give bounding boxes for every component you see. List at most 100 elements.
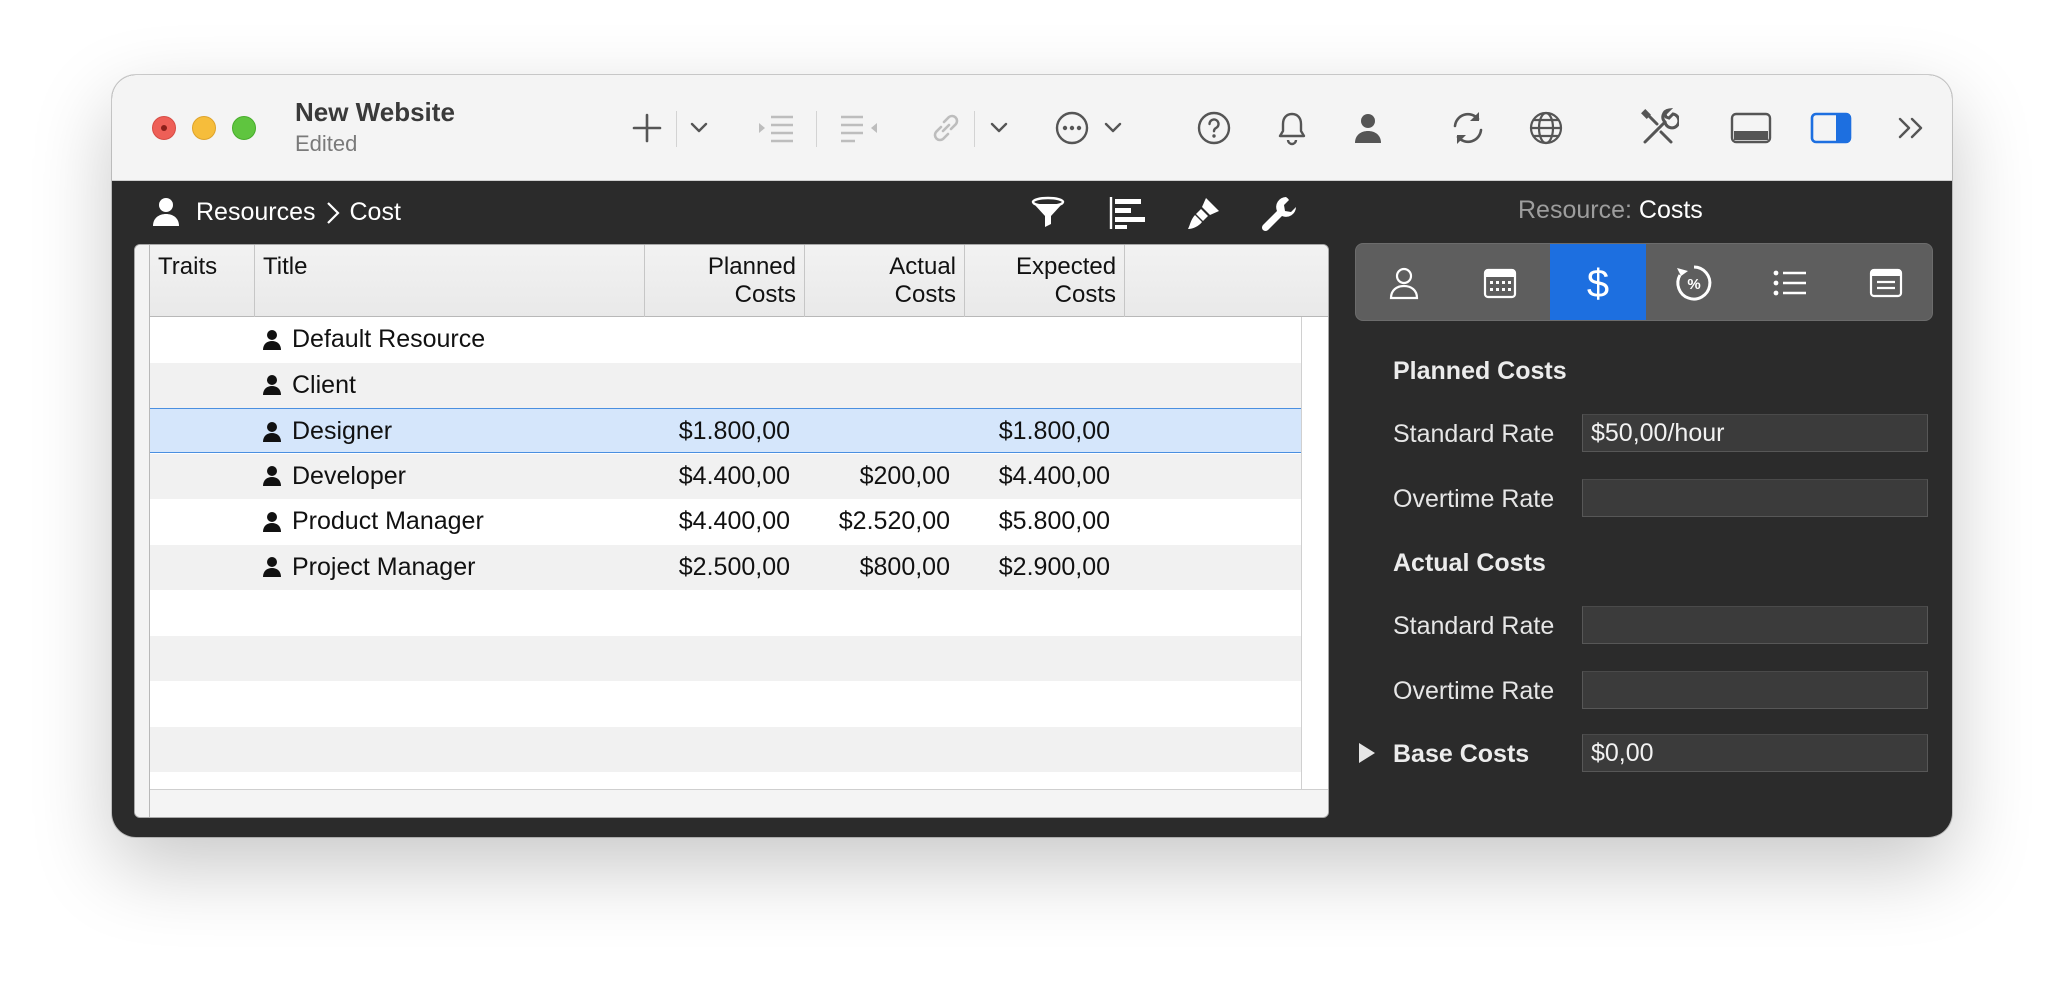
- column-header-actual-costs[interactable]: Actual Costs: [805, 245, 965, 317]
- chevron-down-icon: [1104, 122, 1122, 133]
- row-title-cell[interactable]: Designer: [262, 409, 392, 454]
- table-row[interactable]: Designer $1.800,00 $1.800,00: [150, 408, 1301, 453]
- planned-overtime-rate-field[interactable]: [1582, 479, 1928, 517]
- toolbar: New Website Edited: [112, 75, 1952, 181]
- inspector-title: Resource: Costs: [1518, 196, 1703, 224]
- notifications-button[interactable]: [1272, 103, 1312, 153]
- progress-percent-icon: %: [1676, 265, 1712, 301]
- tab-costs[interactable]: $: [1550, 244, 1646, 320]
- row-actual-costs-cell[interactable]: $2.520,00: [790, 499, 950, 544]
- help-button[interactable]: [1194, 103, 1234, 153]
- tab-assignments[interactable]: [1742, 244, 1838, 320]
- chevron-right-icon: [326, 201, 340, 224]
- toggle-inspector-button[interactable]: [1806, 103, 1856, 153]
- sync-button[interactable]: [1446, 103, 1490, 153]
- actual-overtime-rate-field[interactable]: [1582, 671, 1928, 709]
- toolbar-overflow-button[interactable]: [1894, 103, 1930, 153]
- row-planned-costs-cell[interactable]: $2.500,00: [630, 545, 790, 590]
- vertical-scrollbar[interactable]: [1301, 317, 1328, 789]
- row-planned-costs-cell[interactable]: $1.800,00: [630, 409, 790, 454]
- tab-resource-info[interactable]: [1356, 244, 1452, 320]
- row-planned-costs-cell[interactable]: [630, 363, 790, 408]
- style-button[interactable]: [1186, 195, 1222, 236]
- row-expected-costs-cell[interactable]: $2.900,00: [950, 545, 1110, 590]
- row-planned-costs-cell[interactable]: $4.400,00: [630, 454, 790, 499]
- base-costs-disclosure-triangle[interactable]: [1357, 741, 1377, 770]
- outdent-button[interactable]: [836, 103, 882, 153]
- actual-costs-heading: Actual Costs: [1393, 549, 1546, 577]
- column-header-traits[interactable]: Traits: [150, 245, 255, 317]
- row-actual-costs-cell[interactable]: $200,00: [790, 454, 950, 499]
- row-expected-costs-cell[interactable]: [950, 363, 1110, 408]
- toggle-bottom-panel-button[interactable]: [1726, 103, 1776, 153]
- dollar-icon: $: [1587, 262, 1609, 305]
- person-icon: [1389, 267, 1419, 300]
- breadcrumb-root[interactable]: Resources: [196, 198, 316, 227]
- table-row[interactable]: Product Manager $4.400,00 $2.520,00 $5.800,…: [150, 499, 1301, 544]
- tab-utilization[interactable]: %: [1646, 244, 1742, 320]
- person-icon: [263, 557, 281, 577]
- actual-standard-rate-field[interactable]: [1582, 606, 1928, 644]
- minimize-window-button[interactable]: [192, 116, 216, 140]
- row-actual-costs-cell[interactable]: [790, 409, 950, 454]
- table-row[interactable]: Default Resource: [150, 317, 1301, 362]
- close-window-button[interactable]: [152, 116, 176, 140]
- add-button[interactable]: [624, 103, 670, 153]
- tab-calendar[interactable]: [1452, 244, 1548, 320]
- settings-button[interactable]: [1260, 195, 1298, 238]
- row-title: Client: [292, 370, 356, 399]
- row-title-cell[interactable]: Default Resource: [262, 317, 485, 362]
- row-title: Developer: [292, 461, 406, 490]
- svg-text:$: $: [1587, 262, 1609, 305]
- chevron-down-icon: [690, 122, 708, 133]
- resources-button[interactable]: [1348, 103, 1388, 153]
- row-expected-costs-cell[interactable]: $1.800,00: [950, 409, 1110, 454]
- link-button[interactable]: [926, 103, 966, 153]
- table-row[interactable]: Developer $4.400,00 $200,00 $4.400,00: [150, 453, 1301, 499]
- planned-overtime-rate-label: Overtime Rate: [1393, 485, 1555, 513]
- row-title-cell[interactable]: Developer: [262, 454, 406, 499]
- zoom-window-button[interactable]: [232, 116, 256, 140]
- row-actual-costs-cell[interactable]: [790, 363, 950, 408]
- row-expected-costs-cell[interactable]: $5.800,00: [950, 499, 1110, 544]
- row-title-cell[interactable]: Project Manager: [262, 545, 475, 590]
- link-menu-button[interactable]: [984, 103, 1014, 153]
- row-actual-costs-cell[interactable]: $800,00: [790, 545, 950, 590]
- indent-button[interactable]: [754, 103, 800, 153]
- row-expected-costs-cell[interactable]: [950, 317, 1110, 362]
- horizontal-scrollbar[interactable]: [150, 789, 1328, 817]
- person-icon: [263, 421, 281, 442]
- calendar-icon: [1483, 268, 1517, 299]
- row-expected-costs-cell[interactable]: $4.400,00: [950, 454, 1110, 499]
- empty-row: [150, 635, 1301, 681]
- outline-gutter: [135, 245, 150, 817]
- more-icon: [1055, 111, 1089, 145]
- add-menu-button[interactable]: [684, 103, 714, 153]
- publish-button[interactable]: [1524, 103, 1568, 153]
- planned-standard-rate-field[interactable]: $50,00/hour: [1582, 414, 1928, 452]
- row-title-cell[interactable]: Client: [262, 363, 356, 408]
- tab-notes[interactable]: [1838, 244, 1932, 320]
- table-row[interactable]: Client: [150, 362, 1301, 408]
- column-header-expected-costs[interactable]: Expected Costs: [965, 245, 1125, 317]
- person-icon: [263, 375, 281, 395]
- table-row[interactable]: Project Manager $2.500,00 $800,00 $2.900,00: [150, 544, 1301, 590]
- breadcrumb-current[interactable]: Cost: [350, 198, 401, 227]
- more-actions-button[interactable]: [1052, 103, 1092, 153]
- row-title-cell[interactable]: Product Manager: [262, 499, 484, 544]
- column-header-title[interactable]: Title: [255, 245, 645, 317]
- more-actions-menu-button[interactable]: [1100, 103, 1126, 153]
- filter-button[interactable]: [1030, 195, 1066, 236]
- row-planned-costs-cell[interactable]: [630, 317, 790, 362]
- empty-row: [150, 590, 1301, 635]
- base-costs-field[interactable]: $0,00: [1582, 734, 1928, 772]
- base-costs-label: Base Costs: [1393, 740, 1530, 768]
- document-status: Edited: [295, 131, 358, 156]
- column-header-planned-costs[interactable]: Planned Costs: [645, 245, 805, 317]
- row-actual-costs-cell[interactable]: [790, 317, 950, 362]
- actual-standard-rate-label: Standard Rate: [1393, 612, 1555, 640]
- gantt-view-button[interactable]: [1108, 195, 1148, 236]
- row-planned-costs-cell[interactable]: $4.400,00: [630, 499, 790, 544]
- outdent-icon: [841, 115, 877, 143]
- tools-button[interactable]: [1636, 103, 1682, 153]
